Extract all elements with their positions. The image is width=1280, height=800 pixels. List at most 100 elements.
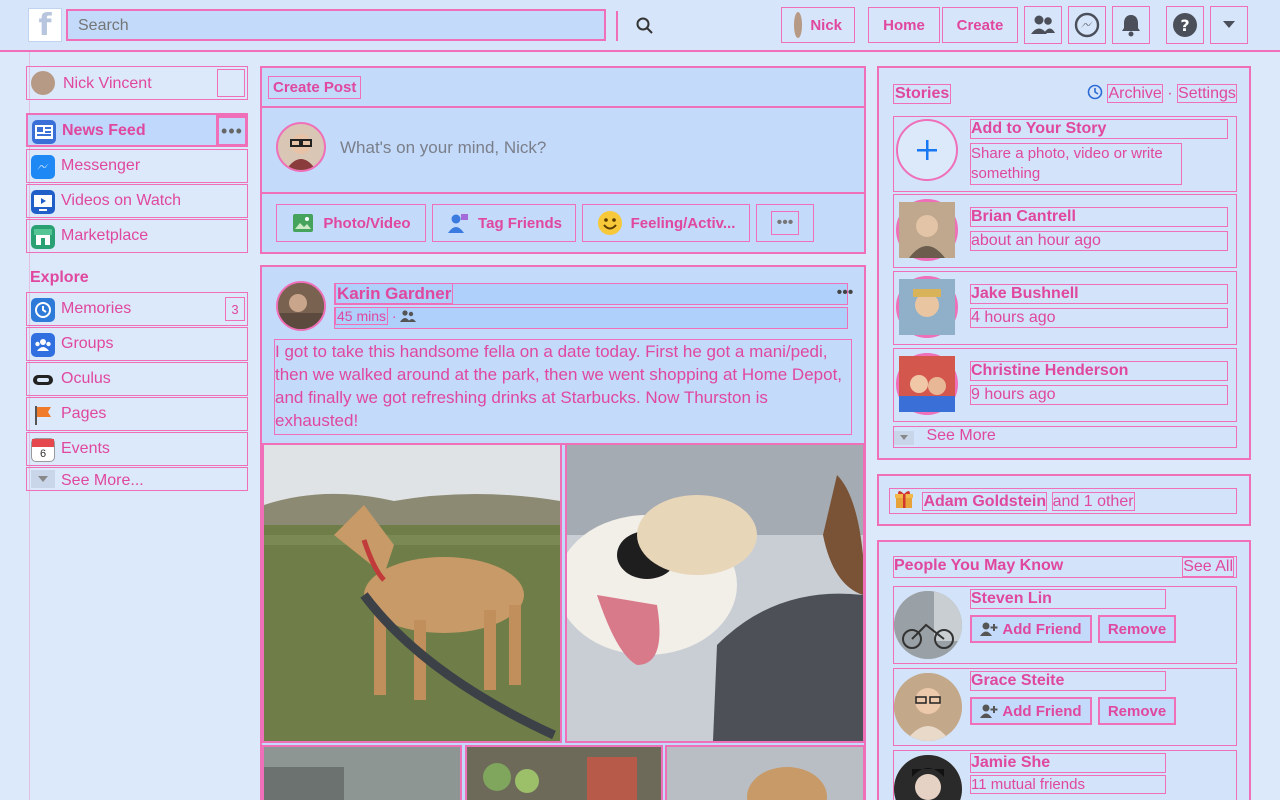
remove-button[interactable]: Remove [1098,615,1176,643]
post-photo-5[interactable] [665,745,864,800]
account-menu-button[interactable] [1210,6,1248,44]
avatar[interactable] [894,755,962,800]
see-more-link[interactable]: See More... [26,467,248,491]
avatar[interactable] [894,673,962,741]
profile-name: Nick Vincent [63,75,152,92]
birthday-rest[interactable]: and 1 other [1051,492,1135,511]
story-name: Christine Henderson [970,361,1228,381]
profile-nav-button[interactable]: Nick [781,7,855,43]
facebook-logo-icon[interactable]: f [28,8,62,43]
archive-link[interactable]: Archive [1107,84,1163,103]
birthday-name[interactable]: Adam Goldstein [922,492,1048,511]
messenger-icon [1074,12,1100,38]
person-name[interactable]: Jamie She [970,753,1166,773]
gift-icon [895,491,913,508]
add-story-title[interactable]: Add to Your Story [970,119,1228,139]
messenger-icon [31,155,55,179]
friends-icon [1031,15,1055,34]
settings-link[interactable]: Settings [1177,84,1237,103]
photo-video-label: Photo/Video [323,214,411,232]
story-time: 4 hours ago [970,308,1228,328]
sidebar-item-memories[interactable]: Memories 3 [26,292,248,326]
birthday-row[interactable]: Adam Goldstein and 1 other [889,488,1237,514]
stories-title: Stories [893,84,952,104]
add-story-button[interactable] [896,119,958,181]
sidebar-item-oculus[interactable]: Oculus [26,362,248,396]
profile-nav-label: Nick [810,16,842,34]
more-options-icon[interactable]: ••• [216,115,248,147]
post-meta: 45 mins · [334,307,848,329]
chevron-down-icon [894,430,914,445]
see-all-link[interactable]: See All [1182,557,1234,577]
sidebar-item-label: News Feed [62,122,146,139]
pages-flag-icon [31,403,55,427]
sidebar-item-marketplace[interactable]: Marketplace [26,219,248,253]
tag-friends-button[interactable]: Tag Friends [432,204,576,242]
post-photo-dog-park[interactable] [262,443,562,743]
person-name[interactable]: Grace Steite [970,671,1166,691]
post-timestamp[interactable]: 45 mins [335,307,389,325]
create-post-title: Create Post [268,76,362,99]
sidebar-item-label: Oculus [61,370,111,387]
feeling-activity-button[interactable]: Feeling/Activ... [582,204,750,242]
pymk-person: Jamie She 11 mutual friends [893,750,1237,800]
caret-down-icon [1223,21,1235,28]
help-button[interactable]: ? [1166,6,1204,44]
avatar[interactable] [276,281,326,331]
create-button[interactable]: Create [942,7,1018,43]
add-friend-button[interactable]: Add Friend [970,615,1092,643]
post-photo-4[interactable] [465,745,663,800]
photo-icon [293,214,314,232]
sidebar-item-label: Groups [61,335,114,352]
story-avatar [896,353,958,415]
oculus-icon [31,368,55,392]
sidebar-item-groups[interactable]: Groups [26,327,248,361]
messenger-button[interactable] [1068,6,1106,44]
sidebar-item-news-feed[interactable]: News Feed ••• [26,113,248,147]
post-options-icon[interactable]: ••• [830,281,860,305]
news-feed-icon [32,120,56,144]
sidebar-item-watch[interactable]: Videos on Watch [26,184,248,218]
stories-see-more[interactable]: See More [893,426,1237,448]
post-photo-dog-car[interactable] [565,443,864,743]
search-input[interactable] [70,13,550,39]
sidebar-item-pages[interactable]: Pages [26,397,248,431]
sidebar-item-label: Memories [61,300,132,317]
marketplace-icon [31,225,55,249]
story-item[interactable]: Christine Henderson 9 hours ago [893,348,1237,422]
add-to-story[interactable]: Add to Your Story Share a photo, video o… [893,116,1237,192]
see-more-label: See More [926,427,996,444]
events-day-number: 6 [39,448,47,460]
people-you-may-know-card: People You May Know See All Steven Lin A… [877,540,1251,800]
avatar[interactable] [894,591,962,659]
more-options-button[interactable]: ••• [756,204,814,242]
person-name[interactable]: Steven Lin [970,589,1166,609]
sidebar-item-label: Messenger [61,157,141,174]
friends-audience-icon [400,310,417,322]
pymk-header: People You May Know See All [893,556,1237,578]
friend-requests-button[interactable] [1024,6,1062,44]
post-prompt[interactable]: What's on your mind, Nick? [340,138,546,158]
sidebar-item-events[interactable]: 6 Events [26,432,248,466]
add-friend-button[interactable]: Add Friend [970,697,1092,725]
stories-card: Stories Archive · Settings Add to Your S… [877,66,1251,460]
post-photo-3[interactable] [262,745,462,800]
photo-video-button[interactable]: Photo/Video [276,204,426,242]
notifications-button[interactable] [1112,6,1150,44]
story-item[interactable]: Jake Bushnell 4 hours ago [893,271,1237,345]
search-bar [66,9,653,41]
divider [262,192,864,194]
mutual-friends: 11 mutual friends [970,775,1166,794]
story-item[interactable]: Brian Cantrell about an hour ago [893,194,1237,268]
avatar [794,12,803,38]
remove-button[interactable]: Remove [1098,697,1176,725]
post-author[interactable]: Karin Gardner [335,283,454,304]
clock-icon [1087,84,1103,100]
memories-icon [31,298,55,322]
search-button[interactable] [616,11,672,41]
sidebar-item-messenger[interactable]: Messenger [26,149,248,183]
home-button[interactable]: Home [868,7,940,43]
profile-link[interactable]: Nick Vincent [26,66,248,100]
add-story-subtitle: Share a photo, video or write something [970,143,1182,185]
feeling-activity-label: Feeling/Activ... [630,214,736,232]
